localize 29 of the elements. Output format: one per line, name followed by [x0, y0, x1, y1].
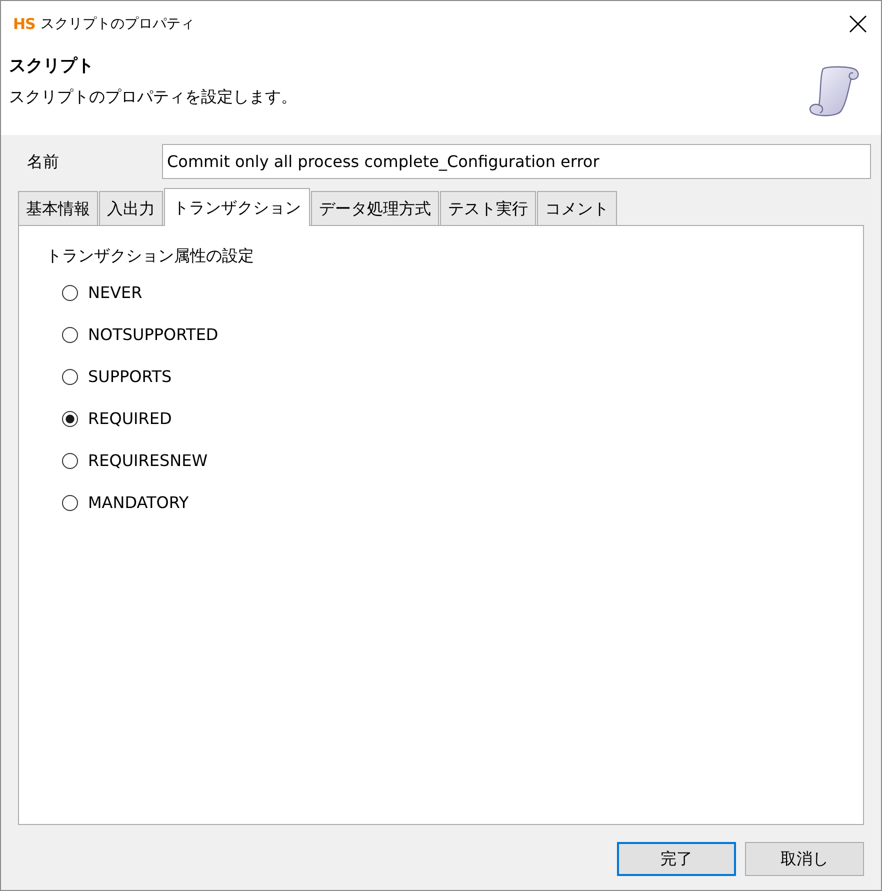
- header-description: スクリプトのプロパティを設定します。: [9, 86, 298, 108]
- radio-label[interactable]: REQUIRESNEW: [88, 449, 208, 473]
- section-heading: トランザクション属性の設定: [46, 245, 255, 267]
- radio-label[interactable]: REQUIRED: [88, 407, 172, 431]
- tab[interactable]: トランザクション: [164, 188, 310, 226]
- header-title: スクリプト: [9, 55, 95, 78]
- radio-label[interactable]: SUPPORTS: [88, 365, 172, 389]
- radio-button[interactable]: [62, 411, 78, 427]
- radio-label[interactable]: NOTSUPPORTED: [88, 323, 218, 347]
- window-title: スクリプトのプロパティ: [40, 14, 194, 34]
- radio-button[interactable]: [62, 453, 78, 469]
- radio-label[interactable]: NEVER: [88, 281, 142, 305]
- tab[interactable]: テスト実行: [440, 191, 536, 225]
- app-logo: HS: [13, 14, 36, 35]
- tab[interactable]: 基本情報: [18, 191, 98, 225]
- name-input[interactable]: Commit only all process complete_Configuration error: [162, 144, 871, 179]
- tab[interactable]: 入出力: [99, 191, 163, 225]
- radio-button[interactable]: [62, 369, 78, 385]
- radio-button[interactable]: [62, 285, 78, 301]
- dialog-button[interactable]: 取消し: [745, 842, 864, 876]
- tab[interactable]: コメント: [537, 191, 617, 225]
- name-label: 名前: [26, 150, 60, 172]
- close-icon[interactable]: [849, 15, 867, 33]
- radio-button[interactable]: [62, 495, 78, 511]
- dialog-button[interactable]: 完了: [617, 842, 736, 876]
- radio-label[interactable]: MANDATORY: [88, 491, 189, 515]
- tab[interactable]: データ処理方式: [311, 191, 439, 225]
- radio-button[interactable]: [62, 327, 78, 343]
- scroll-icon: [807, 65, 861, 117]
